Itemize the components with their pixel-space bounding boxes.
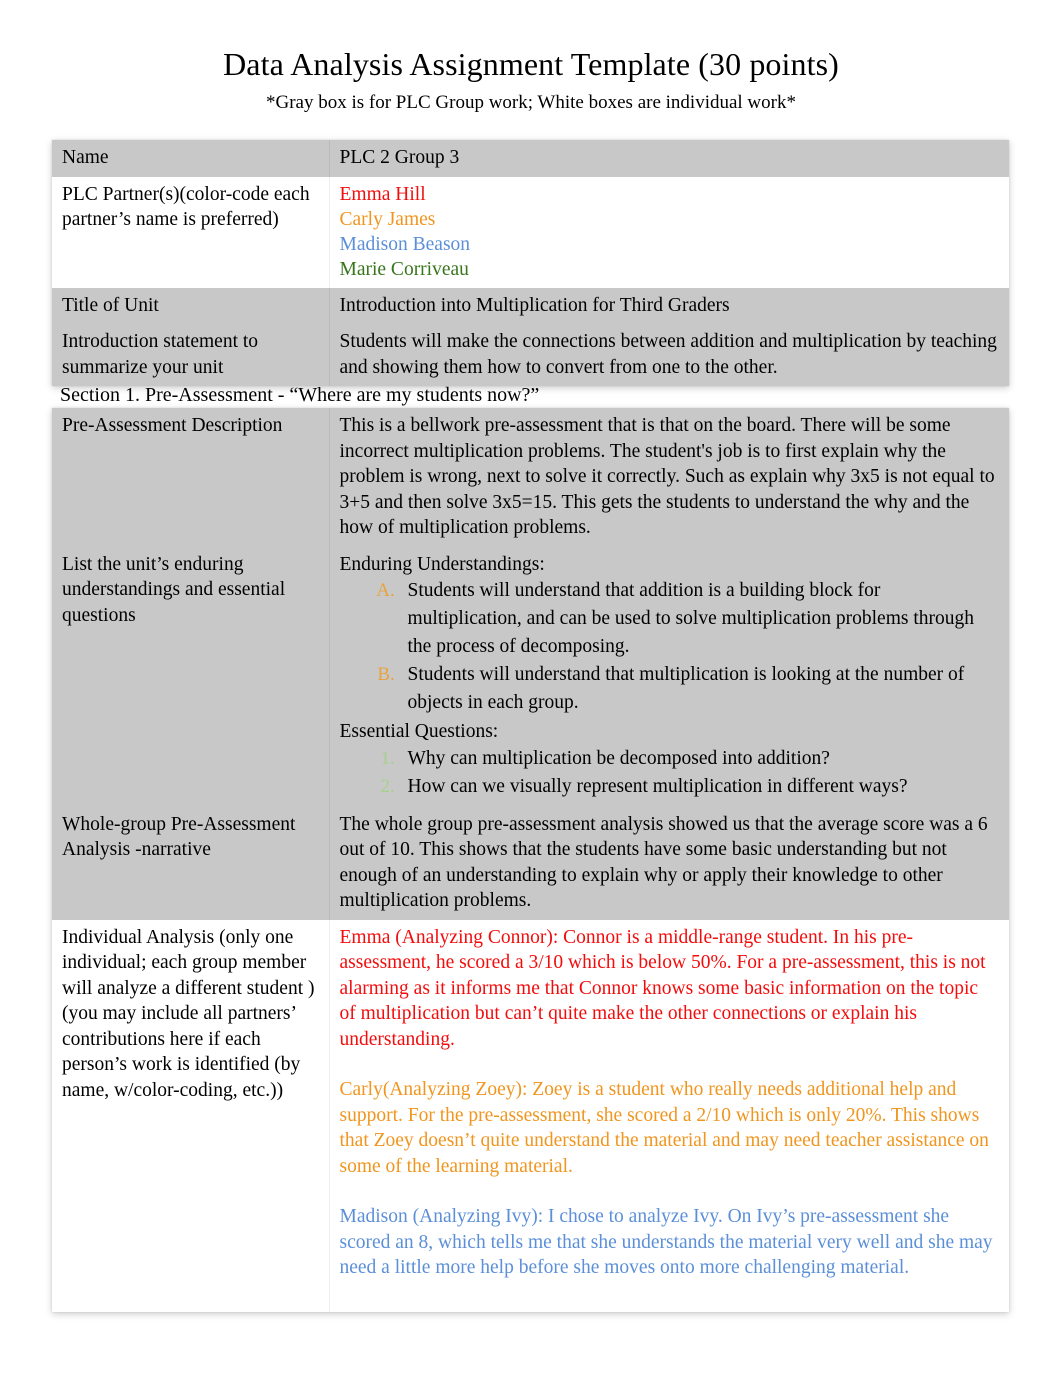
- row-value-pre-assessment-description: This is a bellwork pre-assessment that i…: [329, 408, 1009, 547]
- essential-questions-heading: Essential Questions:: [339, 721, 499, 742]
- row-label-intro-statement: Introduction statement to summarize your…: [52, 324, 330, 386]
- table-row: Introduction statement to summarize your…: [52, 324, 1009, 386]
- row-label-whole-group-analysis: Whole-group Pre-Assessment Analysis -nar…: [52, 806, 330, 920]
- analysis-entry-emma: Emma (Analyzing Connor): Connor is a mid…: [339, 926, 986, 1050]
- page-subtitle: *Gray box is for PLC Group work; White b…: [266, 92, 796, 113]
- row-value-title-of-unit: Introduction into Multiplication for Thi…: [329, 287, 1009, 324]
- row-value-name: PLC 2 Group 3: [329, 140, 1009, 177]
- row-value-enduring-understandings: Enduring Understandings: Students will u…: [329, 546, 1009, 807]
- list-item: Students will understand that addition i…: [400, 577, 1000, 661]
- table-row: Name PLC 2 Group 3: [52, 140, 1009, 177]
- table-row: Pre-Assessment Description This is a bel…: [52, 408, 1009, 547]
- page-title: Data Analysis Assignment Template (30 po…: [223, 46, 839, 82]
- row-value-whole-group-analysis: The whole group pre-assessment analysis …: [329, 806, 1009, 920]
- row-value-individual-analysis: Emma (Analyzing Connor): Connor is a mid…: [329, 919, 1009, 1312]
- document-page: Data Analysis Assignment Template (30 po…: [0, 0, 1062, 1377]
- partner-name-carly: Carly James: [339, 208, 436, 230]
- table-row: List the unit’s enduring understandings …: [52, 546, 1009, 807]
- row-label-partners: PLC Partner(s)(color-code each partner’s…: [52, 176, 330, 288]
- essential-questions-list: Why can multiplication be decomposed int…: [358, 745, 1000, 801]
- table-row: PLC Partner(s)(color-code each partner’s…: [52, 176, 1009, 288]
- partner-name-marie: Marie Corriveau: [339, 258, 469, 280]
- enduring-understandings-heading: Enduring Understandings:: [339, 553, 545, 575]
- analysis-entry-carly: Carly(Analyzing Zoey): Zoey is a student…: [339, 1079, 989, 1177]
- row-label-name: Name: [52, 140, 330, 177]
- row-value-intro-statement: Students will make the connections betwe…: [329, 324, 1009, 386]
- list-item: Students will understand that multiplica…: [400, 661, 1000, 717]
- row-label-pre-assessment-description: Pre-Assessment Description: [52, 408, 330, 547]
- enduring-understandings-list: Students will understand that addition i…: [358, 577, 1000, 717]
- partner-name-emma: Emma Hill: [339, 183, 426, 205]
- row-label-individual-analysis: Individual Analysis (only one individual…: [52, 919, 330, 1312]
- table-row: Whole-group Pre-Assessment Analysis -nar…: [52, 806, 1009, 920]
- table-row: Title of Unit Introduction into Multipli…: [52, 287, 1009, 324]
- list-item: How can we visually represent multiplica…: [400, 773, 1000, 801]
- table-row: Individual Analysis (only one individual…: [52, 919, 1009, 1312]
- section-1-heading: Section 1. Pre-Assessment - “Where are m…: [60, 384, 540, 406]
- row-label-title-of-unit: Title of Unit: [52, 287, 330, 324]
- row-value-partners: Emma Hill Carly James Madison Beason Mar…: [329, 176, 1009, 288]
- row-label-enduring-understandings: List the unit’s enduring understandings …: [52, 546, 330, 807]
- info-table: Name PLC 2 Group 3 PLC Partner(s)(color-…: [52, 140, 1009, 386]
- list-item: Why can multiplication be decomposed int…: [400, 745, 1000, 773]
- analysis-entry-madison: Madison (Analyzing Ivy): I chose to anal…: [339, 1206, 993, 1278]
- partner-name-madison: Madison Beason: [339, 233, 471, 255]
- title-block: Data Analysis Assignment Template (30 po…: [0, 0, 1062, 116]
- section-1-table: Pre-Assessment Description This is a bel…: [52, 408, 1009, 1312]
